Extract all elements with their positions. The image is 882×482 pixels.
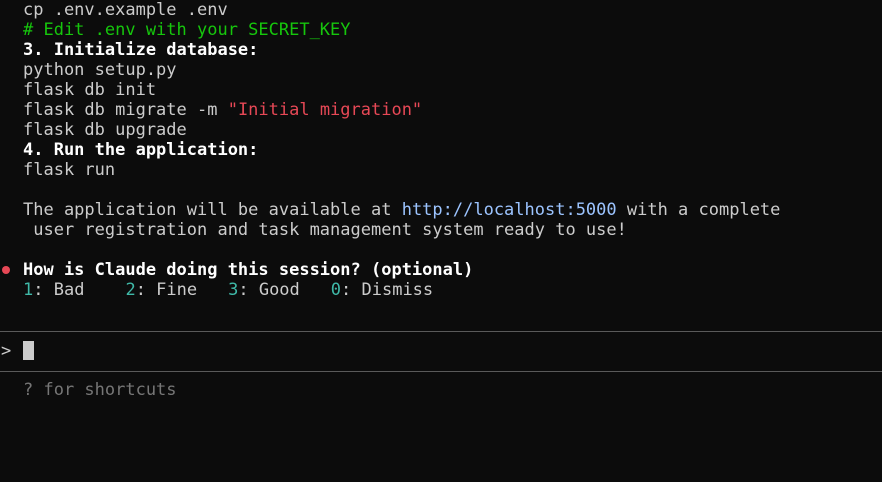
output-line: cp .env.example .env xyxy=(23,0,228,20)
feedback-option-fine[interactable]: 2: Fine xyxy=(125,280,197,300)
output-step-heading: 4. Run the application: xyxy=(23,140,259,160)
output-line: flask db init xyxy=(23,80,157,100)
feedback-options: 1: Bad 2: Fine 3: Good 0: Dismiss xyxy=(23,280,433,300)
output-comment-line: # Edit .env with your SECRET_KEY xyxy=(23,20,351,40)
option-key: 1 xyxy=(23,280,34,300)
output-line: flask db migrate -m "Initial migration" xyxy=(23,100,422,120)
option-key: 3 xyxy=(228,280,239,300)
feedback-bullet-icon xyxy=(2,266,10,274)
output-line: flask db upgrade xyxy=(23,120,187,140)
command-string: "Initial migration" xyxy=(227,100,423,120)
output-line: The application will be available at htt… xyxy=(23,200,780,220)
option-key: 0 xyxy=(330,280,342,300)
localhost-link[interactable]: http://localhost:5000 xyxy=(402,200,617,220)
terminal-window: cp .env.example .env # Edit .env with yo… xyxy=(0,0,882,482)
shortcuts-hint: ? for shortcuts xyxy=(23,380,177,400)
output-line: flask run xyxy=(23,160,116,180)
option-label: : Dismiss xyxy=(341,280,434,300)
output-line: user registration and task management sy… xyxy=(23,220,627,240)
command-text: flask db migrate -m xyxy=(23,100,228,120)
prompt-symbol: > xyxy=(1,341,12,361)
output-text: The application will be available at xyxy=(23,200,402,220)
feedback-option-good[interactable]: 3: Good xyxy=(228,280,300,300)
output-step-heading: 3. Initialize database: xyxy=(23,40,259,60)
option-label: : Bad xyxy=(33,280,85,300)
feedback-option-dismiss[interactable]: 0: Dismiss xyxy=(331,280,433,300)
output-text: with a complete xyxy=(616,200,781,220)
input-top-divider xyxy=(0,331,882,332)
input-bottom-divider xyxy=(0,371,882,372)
option-label: : Fine xyxy=(135,280,198,300)
feedback-option-bad[interactable]: 1: Bad xyxy=(23,280,84,300)
feedback-question: How is Claude doing this session? (optio… xyxy=(23,260,474,280)
option-label: : Good xyxy=(238,280,300,300)
output-line: python setup.py xyxy=(23,60,177,80)
option-key: 2 xyxy=(125,280,136,300)
text-cursor xyxy=(23,341,34,360)
